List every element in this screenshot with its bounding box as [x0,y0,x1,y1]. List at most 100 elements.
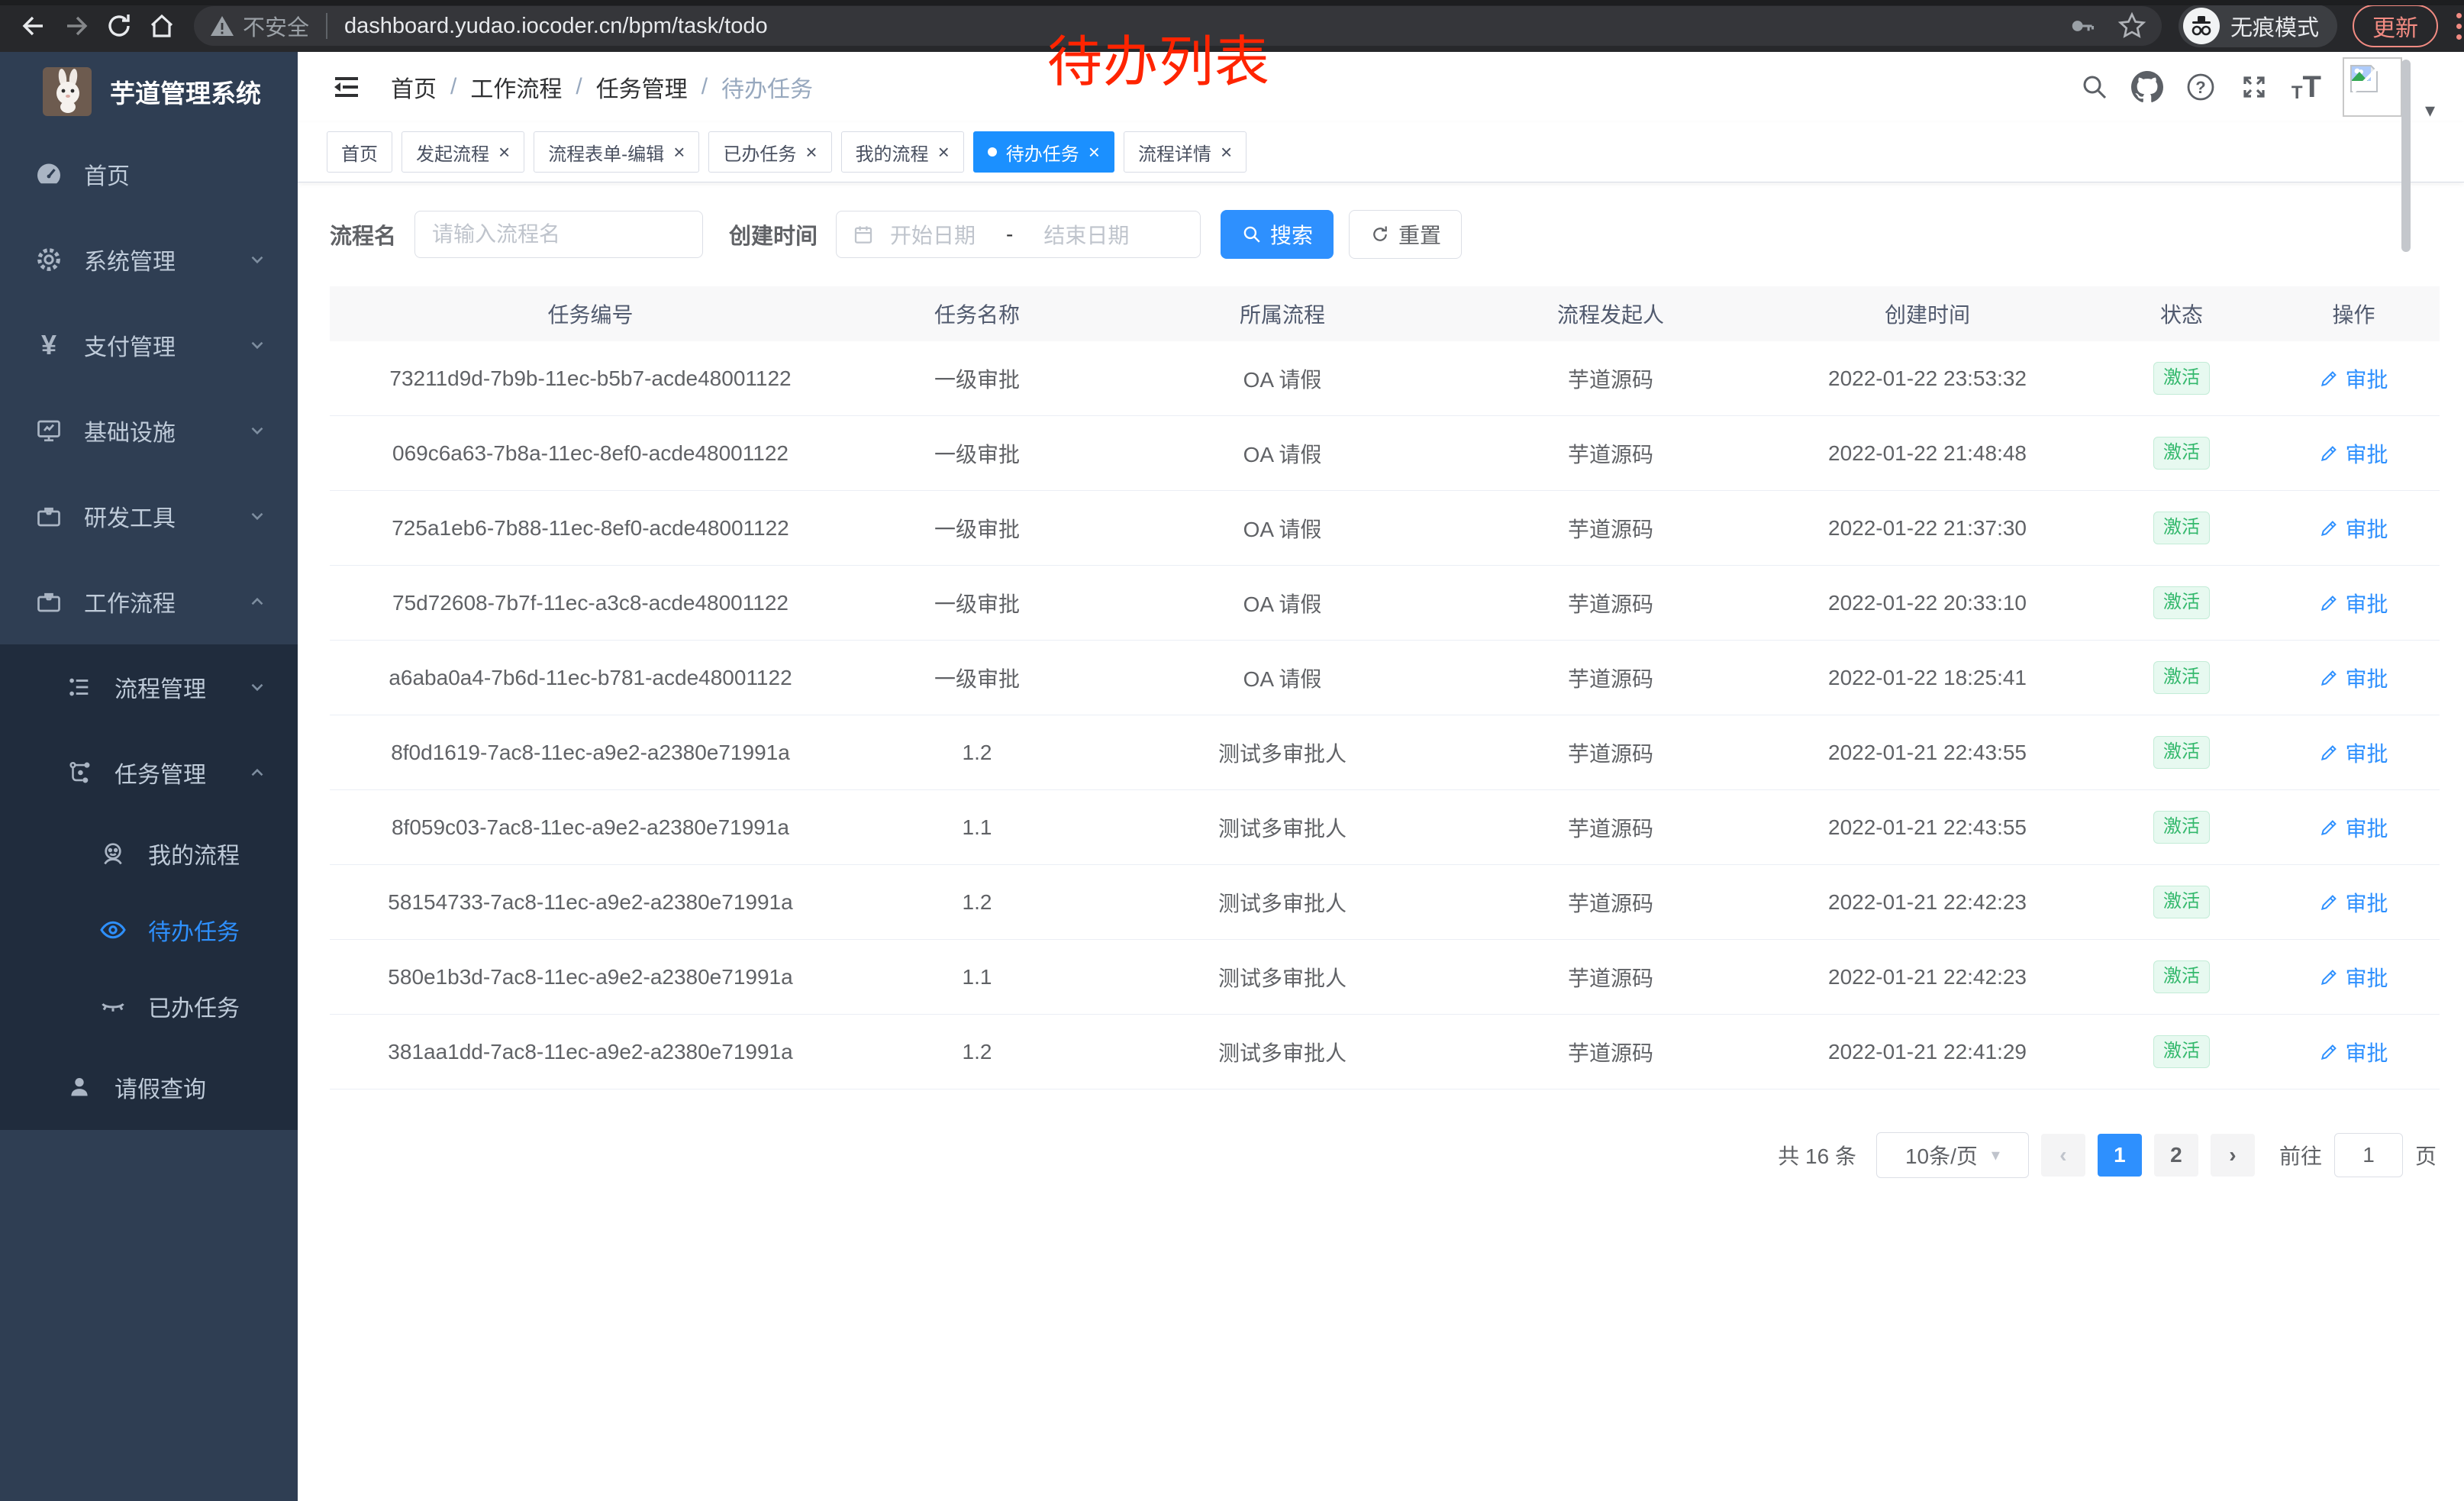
sidebar-item-infrastructure[interactable]: 基础设施 [0,388,298,473]
browser-menu-button[interactable] [2450,7,2464,46]
edit-pencil-icon [2319,444,2339,463]
cell-process: OA 请假 [1103,566,1462,641]
cell-status: 激活 [2095,1015,2268,1089]
page-size-select[interactable]: 10条/页 ▾ [1876,1132,2029,1178]
fullscreen-button[interactable] [2238,71,2270,103]
sidebar-collapse-button[interactable] [327,67,366,107]
refresh-icon [1369,224,1391,245]
status-badge: 激活 [2153,661,2210,694]
sidebar-item-home[interactable]: 首页 [0,131,298,217]
close-icon[interactable]: × [938,142,950,162]
chevron-down-icon [247,250,267,270]
column-header-actions: 操作 [2268,286,2440,341]
approve-button[interactable]: 审批 [2319,363,2388,394]
page-button-1[interactable]: 1 [2098,1134,2142,1177]
header-search-button[interactable] [2079,72,2110,102]
tab[interactable]: 我的流程 × [841,131,964,173]
approve-button[interactable]: 审批 [2319,663,2388,693]
page-button-2[interactable]: 2 [2154,1134,2198,1177]
table-row: 8f0d1619-7ac8-11ec-a9e2-a2380e71991a 1.2… [330,715,2440,790]
avatar[interactable] [2343,57,2402,117]
browser-reload-button[interactable] [98,5,140,47]
browser-back-button[interactable] [12,5,55,47]
prev-page-button[interactable]: ‹ [2041,1134,2085,1177]
browser-home-button[interactable] [140,5,183,47]
goto-page-input[interactable] [2334,1133,2403,1177]
date-range-picker[interactable]: 开始日期 - 结束日期 [836,211,1201,258]
scrollbar-thumb[interactable] [2401,60,2411,252]
calendar-icon [852,223,875,246]
avatar-dropdown-caret[interactable]: ▾ [2425,98,2435,122]
sidebar-item-system[interactable]: 系统管理 [0,217,298,302]
cell-task-name: 一级审批 [851,566,1103,641]
breadcrumb-home[interactable]: 首页 [391,70,437,104]
app-title: 芋道管理系统 [110,73,261,110]
sidebar-item-done-tasks[interactable]: 已办任务 [0,968,298,1044]
cell-process: 测试多审批人 [1103,715,1462,790]
close-icon[interactable]: × [498,142,510,162]
edit-pencil-icon [2319,668,2339,688]
approve-label: 审批 [2345,887,2388,918]
breadcrumb-task-management[interactable]: 任务管理 [596,70,688,104]
sidebar-item-workflow[interactable]: 工作流程 [0,559,298,644]
tab[interactable]: 已办任务 × [708,131,831,173]
browser-forward-button[interactable] [55,5,98,47]
start-date-placeholder[interactable]: 开始日期 [890,219,976,250]
process-name-input[interactable] [414,211,703,258]
chevron-up-icon [247,592,267,612]
approve-button[interactable]: 审批 [2319,588,2388,618]
approve-button[interactable]: 审批 [2319,438,2388,469]
cell-process: OA 请假 [1103,341,1462,416]
search-button[interactable]: 搜索 [1221,210,1334,259]
approve-button[interactable]: 审批 [2319,738,2388,768]
app-logo-row[interactable]: 芋道管理系统 [0,52,298,131]
sidebar-item-todo-tasks[interactable]: 待办任务 [0,892,298,968]
bookmark-star-icon[interactable] [2117,11,2146,40]
font-size-button[interactable]: TT [2291,72,2321,102]
approve-button[interactable]: 审批 [2319,513,2388,544]
sidebar-item-devtools[interactable]: 研发工具 [0,473,298,559]
browser-update-button[interactable]: 更新 [2353,5,2438,47]
cell-initiator: 芋道源码 [1462,566,1759,641]
sidebar-item-task-management[interactable]: 任务管理 [0,730,298,815]
sidebar-item-leave-query[interactable]: 请假查询 [0,1044,298,1130]
close-icon[interactable]: × [805,142,817,162]
next-page-button[interactable]: › [2211,1134,2255,1177]
saved-password-key-icon[interactable] [2069,12,2096,40]
tab[interactable]: 首页 [327,131,392,173]
tab[interactable]: 发起流程 × [402,131,524,173]
sidebar-item-payment[interactable]: ¥ 支付管理 [0,302,298,388]
tab[interactable]: 流程详情 × [1124,131,1247,173]
approve-label: 审批 [2345,663,2388,693]
approve-button[interactable]: 审批 [2319,887,2388,918]
total-count-label: 共 16 条 [1778,1140,1856,1170]
kebab-dot [2456,34,2462,40]
cell-initiator: 芋道源码 [1462,641,1759,715]
breadcrumb: 首页 / 工作流程 / 任务管理 / 待办任务 [391,70,813,104]
cell-task-id: 58154733-7ac8-11ec-a9e2-a2380e71991a [330,865,851,940]
help-button[interactable]: ? [2185,71,2217,103]
table-row: 58154733-7ac8-11ec-a9e2-a2380e71991a 1.2… [330,865,2440,940]
approve-button[interactable]: 审批 [2319,812,2388,843]
reset-button[interactable]: 重置 [1349,210,1462,259]
tab[interactable]: 流程表单-编辑 × [534,131,699,173]
sidebar-item-my-process[interactable]: 我的流程 [0,815,298,892]
chevron-down-icon [247,421,267,441]
tab[interactable]: 待办任务 × [973,131,1114,173]
forward-arrow-icon [61,11,92,41]
approve-button[interactable]: 审批 [2319,962,2388,993]
github-link-button[interactable] [2131,71,2163,103]
end-date-placeholder[interactable]: 结束日期 [1043,219,1129,250]
status-badge: 激活 [2153,362,2210,395]
close-icon[interactable]: × [673,142,685,162]
sidebar-item-process-management[interactable]: 流程管理 [0,644,298,730]
close-icon[interactable]: × [1088,142,1100,162]
cell-task-name: 1.1 [851,790,1103,865]
cell-task-name: 1.2 [851,1015,1103,1089]
approve-button[interactable]: 审批 [2319,1037,2388,1067]
cell-process: 测试多审批人 [1103,1015,1462,1089]
chevron-down-icon [247,677,267,697]
close-icon[interactable]: × [1221,142,1232,162]
status-badge: 激活 [2153,1035,2210,1068]
breadcrumb-workflow[interactable]: 工作流程 [470,70,562,104]
